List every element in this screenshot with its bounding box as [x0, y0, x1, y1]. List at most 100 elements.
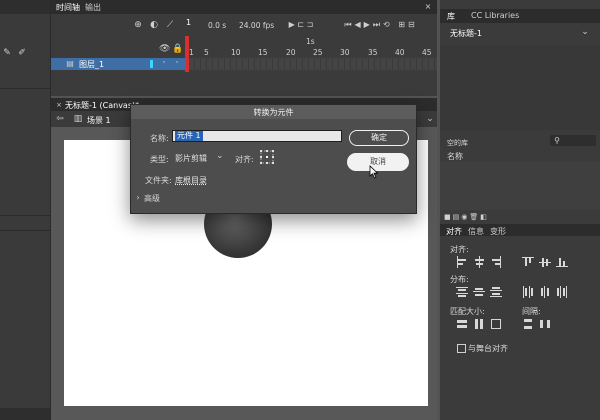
tab-library[interactable]: 库	[447, 11, 455, 22]
library-preview	[440, 45, 600, 130]
tab-align[interactable]: 对齐	[446, 226, 462, 237]
ruler-tick: 10	[231, 48, 241, 57]
folder-link[interactable]: 库根目录	[175, 175, 207, 186]
name-label: 名称:	[150, 134, 169, 143]
brush-icon[interactable]: ✐	[16, 48, 28, 58]
tab-transform[interactable]: 变形	[490, 226, 506, 237]
align-vcenter-icon[interactable]	[539, 256, 551, 268]
name-input[interactable]: 元件 1	[172, 130, 342, 142]
layer-name[interactable]: 图层_1	[79, 59, 104, 70]
close-icon[interactable]: ×	[423, 2, 433, 12]
spacing-label: 间隔:	[522, 307, 541, 316]
advanced-toggle[interactable]: 高级	[144, 193, 160, 204]
distribute-vcenter-icon[interactable]	[473, 286, 485, 298]
timeline-tabbar	[51, 0, 437, 14]
registration-grid-icon	[260, 150, 274, 164]
layer-color-swatch	[150, 60, 153, 68]
distribute-hcenter-icon[interactable]	[539, 286, 551, 298]
align-panel: 对齐 信息 变形 对齐: 分布: 匹配大小: 间隔: 与舞台对齐	[440, 224, 600, 420]
frames-row[interactable]	[189, 58, 437, 70]
align-hcenter-icon[interactable]	[473, 256, 485, 268]
library-bottom-icons[interactable]: ■▤◉🗑◧	[444, 212, 494, 222]
name-input-value: 元件 1	[175, 131, 203, 141]
ruler-tick: 20	[286, 48, 296, 57]
layer-dot-icon[interactable]: ·	[172, 58, 182, 68]
align-left-icon[interactable]	[456, 256, 468, 268]
type-select-value: 影片剪辑	[175, 154, 207, 163]
dialog-title: 转换为元件	[253, 108, 294, 117]
align-to-stage-checkbox[interactable]	[457, 344, 466, 353]
scene-icon: ▥	[73, 114, 83, 124]
library-list	[440, 162, 600, 210]
tab-timeline[interactable]: 时间轴	[56, 2, 80, 13]
pencil-icon[interactable]: ✎	[2, 48, 12, 58]
distribute-top-icon[interactable]	[456, 286, 468, 298]
distribute-label: 分布:	[450, 275, 469, 284]
distribute-bottom-icon[interactable]	[490, 286, 502, 298]
ruler-tick: 30	[340, 48, 350, 57]
library-panel: 库 CC Libraries 无标题-1 ⌄ 空的库 ⚲ 名称 ■▤◉🗑◧	[440, 0, 600, 225]
align-bottom-icon[interactable]	[556, 256, 568, 268]
match-both-icon[interactable]	[490, 318, 502, 330]
layer-options-icon[interactable]: ⊕	[133, 20, 143, 30]
ruler-tick: 25	[313, 48, 323, 57]
chevron-down-icon[interactable]: ⌄	[580, 27, 590, 37]
align-right-icon[interactable]	[490, 256, 502, 268]
match-height-icon[interactable]	[473, 318, 485, 330]
type-select[interactable]: 影片剪辑 ⌄	[173, 151, 225, 163]
ruler-tick: 40	[395, 48, 405, 57]
ruler-tick: 45	[422, 48, 432, 57]
layer-dot-icon[interactable]: ·	[159, 58, 169, 68]
eye-icon[interactable]: 👁	[159, 44, 170, 54]
tab-cc-libraries[interactable]: CC Libraries	[471, 11, 519, 20]
transport-controls[interactable]: ⏮◀▶⏭⟲ ⊞⊟	[326, 20, 436, 30]
distribute-left-icon[interactable]	[522, 286, 534, 298]
name-column-header[interactable]: 名称	[447, 151, 463, 162]
frame-ruler: 1s 1 5 10 15 20 25 30 35 40 45	[186, 36, 437, 58]
document-tab[interactable]: 无标题-1 (Canvas)*	[65, 100, 139, 111]
toolbar-divider	[0, 230, 50, 231]
align-top-icon[interactable]	[522, 256, 534, 268]
toolbar-divider	[0, 88, 50, 89]
ruler-tick: 15	[258, 48, 268, 57]
lock-icon[interactable]: 🔒	[172, 44, 183, 54]
timeline-empty	[51, 72, 437, 96]
library-count: 空的库	[447, 139, 468, 147]
ruler-second-label: 1s	[306, 37, 315, 46]
distribute-right-icon[interactable]	[556, 286, 568, 298]
toolbar-strip-top	[0, 0, 50, 14]
timeline-controls: ⊕ ◐ ⟋ 1 0.0 s 24.00 fps ▶ ⊏ ⊐ ⏮◀▶⏭⟲ ⊞⊟	[51, 14, 437, 36]
type-label: 类型:	[150, 155, 169, 164]
frame-counter[interactable]: 1	[186, 18, 194, 30]
ok-button[interactable]: 确定	[349, 130, 409, 146]
search-icon[interactable]: ⚲	[552, 136, 562, 146]
document-select[interactable]: 无标题-1	[450, 28, 482, 39]
speed-value[interactable]: 0.0 s	[208, 21, 226, 30]
scene-label: 场景 1	[87, 116, 111, 125]
folder-label: 文件夹:	[145, 176, 172, 185]
match-width-icon[interactable]	[456, 318, 468, 330]
back-arrow-icon[interactable]: ⇦	[55, 114, 65, 124]
align-label: 对齐:	[450, 245, 469, 254]
ruler-tick: 35	[368, 48, 378, 57]
graph-icon[interactable]: ⟋	[165, 20, 175, 30]
align-tabbar	[440, 224, 600, 236]
onion-skin-icon[interactable]: ◐	[149, 20, 159, 30]
layer-header: 👁 🔒	[51, 40, 186, 58]
bottom-left-strip	[0, 408, 50, 420]
tab-info[interactable]: 信息	[468, 226, 484, 237]
tab-output[interactable]: 输出	[85, 2, 101, 13]
chevron-right-icon[interactable]: ›	[134, 193, 142, 203]
chevron-down-icon[interactable]: ⌄	[425, 114, 435, 124]
chevron-down-icon: ⌄	[216, 151, 224, 161]
frame-value: 1	[186, 18, 192, 27]
align-to-stage-label: 与舞台对齐	[468, 344, 508, 353]
layer-row[interactable]: ▤ 图层_1 · ·	[51, 58, 186, 70]
ruler-tick: 1	[189, 48, 194, 57]
space-horizontal-icon[interactable]	[539, 318, 551, 330]
fps-value[interactable]: 24.00 fps	[239, 21, 274, 30]
close-icon[interactable]: ×	[55, 100, 63, 110]
space-vertical-icon[interactable]	[522, 318, 534, 330]
play-controls-icon[interactable]: ▶ ⊏ ⊐	[281, 20, 321, 30]
registration-grid[interactable]	[260, 150, 274, 164]
